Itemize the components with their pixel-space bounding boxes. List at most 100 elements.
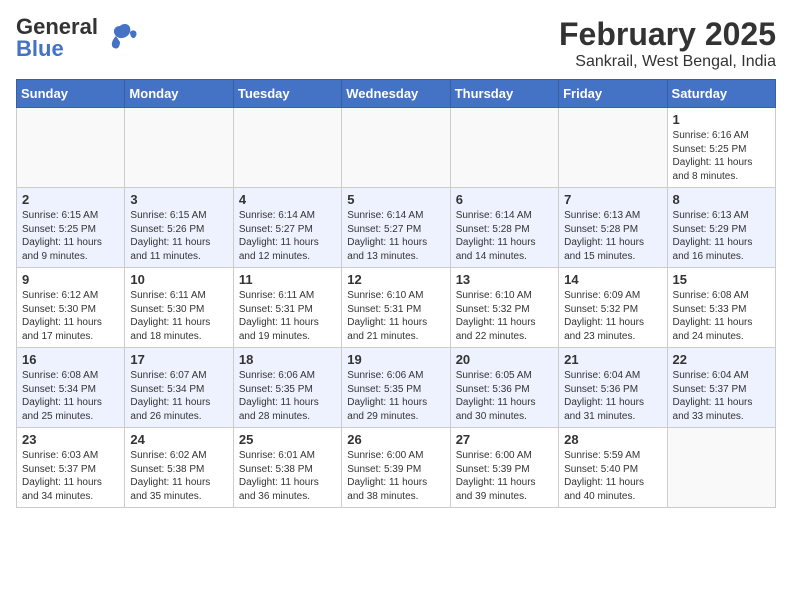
calendar-header-row: SundayMondayTuesdayWednesdayThursdayFrid… bbox=[17, 80, 776, 108]
calendar-header-sunday: Sunday bbox=[17, 80, 125, 108]
calendar-cell bbox=[450, 108, 558, 188]
calendar-header-monday: Monday bbox=[125, 80, 233, 108]
day-info: Sunrise: 6:10 AM Sunset: 5:31 PM Dayligh… bbox=[347, 289, 444, 343]
day-info: Sunrise: 6:09 AM Sunset: 5:32 PM Dayligh… bbox=[564, 289, 661, 343]
day-info: Sunrise: 6:06 AM Sunset: 5:35 PM Dayligh… bbox=[239, 369, 336, 423]
day-number: 15 bbox=[673, 272, 770, 287]
calendar-cell: 9 Sunrise: 6:12 AM Sunset: 5:30 PM Daylig… bbox=[17, 268, 125, 348]
day-info: Sunrise: 6:13 AM Sunset: 5:28 PM Dayligh… bbox=[564, 209, 661, 263]
calendar-cell: 12 Sunrise: 6:10 AM Sunset: 5:31 PM Dayli… bbox=[342, 268, 450, 348]
calendar-cell bbox=[342, 108, 450, 188]
calendar-cell: 13 Sunrise: 6:10 AM Sunset: 5:32 PM Dayli… bbox=[450, 268, 558, 348]
day-info: Sunrise: 6:08 AM Sunset: 5:34 PM Dayligh… bbox=[22, 369, 119, 423]
calendar-cell: 19 Sunrise: 6:06 AM Sunset: 5:35 PM Dayli… bbox=[342, 348, 450, 428]
day-info: Sunrise: 6:15 AM Sunset: 5:25 PM Dayligh… bbox=[22, 209, 119, 263]
day-info: Sunrise: 6:16 AM Sunset: 5:25 PM Dayligh… bbox=[673, 129, 770, 183]
day-number: 11 bbox=[239, 272, 336, 287]
calendar-header-saturday: Saturday bbox=[667, 80, 775, 108]
calendar-cell bbox=[125, 108, 233, 188]
day-info: Sunrise: 6:14 AM Sunset: 5:27 PM Dayligh… bbox=[347, 209, 444, 263]
day-info: Sunrise: 6:05 AM Sunset: 5:36 PM Dayligh… bbox=[456, 369, 553, 423]
day-info: Sunrise: 6:01 AM Sunset: 5:38 PM Dayligh… bbox=[239, 449, 336, 503]
day-number: 28 bbox=[564, 432, 661, 447]
calendar-week-row: 2Sunrise: 6:15 AM Sunset: 5:25 PM Daylig… bbox=[17, 188, 776, 268]
calendar-cell: 20 Sunrise: 6:05 AM Sunset: 5:36 PM Dayli… bbox=[450, 348, 558, 428]
day-info: Sunrise: 6:07 AM Sunset: 5:34 PM Dayligh… bbox=[130, 369, 227, 423]
calendar-cell: 7Sunrise: 6:13 AM Sunset: 5:28 PM Daylig… bbox=[559, 188, 667, 268]
calendar-cell: 24Sunrise: 6:02 AM Sunset: 5:38 PM Dayli… bbox=[125, 428, 233, 508]
logo-general: General bbox=[16, 16, 98, 38]
calendar-week-row: 16 Sunrise: 6:08 AM Sunset: 5:34 PM Dayli… bbox=[17, 348, 776, 428]
day-number: 27 bbox=[456, 432, 553, 447]
calendar-cell: 23Sunrise: 6:03 AM Sunset: 5:37 PM Dayli… bbox=[17, 428, 125, 508]
day-info: Sunrise: 6:04 AM Sunset: 5:36 PM Dayligh… bbox=[564, 369, 661, 423]
day-number: 16 bbox=[22, 352, 119, 367]
day-number: 23 bbox=[22, 432, 119, 447]
day-number: 20 bbox=[456, 352, 553, 367]
calendar-cell: 21 Sunrise: 6:04 AM Sunset: 5:36 PM Dayli… bbox=[559, 348, 667, 428]
day-number: 4 bbox=[239, 192, 336, 207]
title-area: February 2025 Sankrail, West Bengal, Ind… bbox=[559, 16, 776, 71]
day-number: 26 bbox=[347, 432, 444, 447]
day-number: 10 bbox=[130, 272, 227, 287]
day-info: Sunrise: 6:04 AM Sunset: 5:37 PM Dayligh… bbox=[673, 369, 770, 423]
day-number: 17 bbox=[130, 352, 227, 367]
calendar-week-row: 1 Sunrise: 6:16 AM Sunset: 5:25 PM Daylig… bbox=[17, 108, 776, 188]
calendar-cell: 5 Sunrise: 6:14 AM Sunset: 5:27 PM Daylig… bbox=[342, 188, 450, 268]
calendar-header-wednesday: Wednesday bbox=[342, 80, 450, 108]
calendar-cell: 4 Sunrise: 6:14 AM Sunset: 5:27 PM Daylig… bbox=[233, 188, 341, 268]
logo: General Blue bbox=[16, 16, 138, 60]
day-number: 21 bbox=[564, 352, 661, 367]
day-info: Sunrise: 6:11 AM Sunset: 5:31 PM Dayligh… bbox=[239, 289, 336, 343]
day-info: Sunrise: 6:10 AM Sunset: 5:32 PM Dayligh… bbox=[456, 289, 553, 343]
calendar-cell: 16 Sunrise: 6:08 AM Sunset: 5:34 PM Dayli… bbox=[17, 348, 125, 428]
calendar-cell: 27 Sunrise: 6:00 AM Sunset: 5:39 PM Dayli… bbox=[450, 428, 558, 508]
calendar-header-friday: Friday bbox=[559, 80, 667, 108]
day-number: 19 bbox=[347, 352, 444, 367]
day-info: Sunrise: 6:14 AM Sunset: 5:27 PM Dayligh… bbox=[239, 209, 336, 263]
logo-blue: Blue bbox=[16, 38, 98, 60]
location-subtitle: Sankrail, West Bengal, India bbox=[559, 53, 776, 71]
day-number: 5 bbox=[347, 192, 444, 207]
day-info: Sunrise: 6:15 AM Sunset: 5:26 PM Dayligh… bbox=[130, 209, 227, 263]
day-number: 1 bbox=[673, 112, 770, 127]
day-number: 9 bbox=[22, 272, 119, 287]
calendar-cell: 22 Sunrise: 6:04 AM Sunset: 5:37 PM Dayli… bbox=[667, 348, 775, 428]
calendar-cell: 10 Sunrise: 6:11 AM Sunset: 5:30 PM Dayli… bbox=[125, 268, 233, 348]
calendar-table: SundayMondayTuesdayWednesdayThursdayFrid… bbox=[16, 79, 776, 508]
calendar-cell: 18 Sunrise: 6:06 AM Sunset: 5:35 PM Dayli… bbox=[233, 348, 341, 428]
day-info: Sunrise: 6:14 AM Sunset: 5:28 PM Dayligh… bbox=[456, 209, 553, 263]
day-info: Sunrise: 5:59 AM Sunset: 5:40 PM Dayligh… bbox=[564, 449, 661, 503]
day-number: 8 bbox=[673, 192, 770, 207]
day-number: 12 bbox=[347, 272, 444, 287]
day-info: Sunrise: 6:06 AM Sunset: 5:35 PM Dayligh… bbox=[347, 369, 444, 423]
day-info: Sunrise: 6:13 AM Sunset: 5:29 PM Dayligh… bbox=[673, 209, 770, 263]
day-info: Sunrise: 6:11 AM Sunset: 5:30 PM Dayligh… bbox=[130, 289, 227, 343]
day-info: Sunrise: 6:00 AM Sunset: 5:39 PM Dayligh… bbox=[347, 449, 444, 503]
calendar-cell: 8 Sunrise: 6:13 AM Sunset: 5:29 PM Daylig… bbox=[667, 188, 775, 268]
calendar-cell: 3Sunrise: 6:15 AM Sunset: 5:26 PM Daylig… bbox=[125, 188, 233, 268]
calendar-week-row: 9 Sunrise: 6:12 AM Sunset: 5:30 PM Daylig… bbox=[17, 268, 776, 348]
day-info: Sunrise: 6:08 AM Sunset: 5:33 PM Dayligh… bbox=[673, 289, 770, 343]
calendar-cell: 15 Sunrise: 6:08 AM Sunset: 5:33 PM Dayli… bbox=[667, 268, 775, 348]
calendar-cell: 11 Sunrise: 6:11 AM Sunset: 5:31 PM Dayli… bbox=[233, 268, 341, 348]
day-number: 24 bbox=[130, 432, 227, 447]
day-number: 18 bbox=[239, 352, 336, 367]
calendar-cell: 26 Sunrise: 6:00 AM Sunset: 5:39 PM Dayli… bbox=[342, 428, 450, 508]
day-number: 6 bbox=[456, 192, 553, 207]
calendar-cell bbox=[233, 108, 341, 188]
calendar-week-row: 23Sunrise: 6:03 AM Sunset: 5:37 PM Dayli… bbox=[17, 428, 776, 508]
day-number: 22 bbox=[673, 352, 770, 367]
calendar-header-tuesday: Tuesday bbox=[233, 80, 341, 108]
day-number: 25 bbox=[239, 432, 336, 447]
calendar-cell: 25 Sunrise: 6:01 AM Sunset: 5:38 PM Dayli… bbox=[233, 428, 341, 508]
page-header: General Blue February 2025 Sankrail, Wes… bbox=[16, 16, 776, 71]
day-number: 13 bbox=[456, 272, 553, 287]
calendar-cell: 6 Sunrise: 6:14 AM Sunset: 5:28 PM Daylig… bbox=[450, 188, 558, 268]
day-info: Sunrise: 6:00 AM Sunset: 5:39 PM Dayligh… bbox=[456, 449, 553, 503]
calendar-cell: 1 Sunrise: 6:16 AM Sunset: 5:25 PM Daylig… bbox=[667, 108, 775, 188]
calendar-cell bbox=[667, 428, 775, 508]
day-number: 14 bbox=[564, 272, 661, 287]
logo-bird-icon bbox=[102, 18, 138, 54]
day-info: Sunrise: 6:12 AM Sunset: 5:30 PM Dayligh… bbox=[22, 289, 119, 343]
